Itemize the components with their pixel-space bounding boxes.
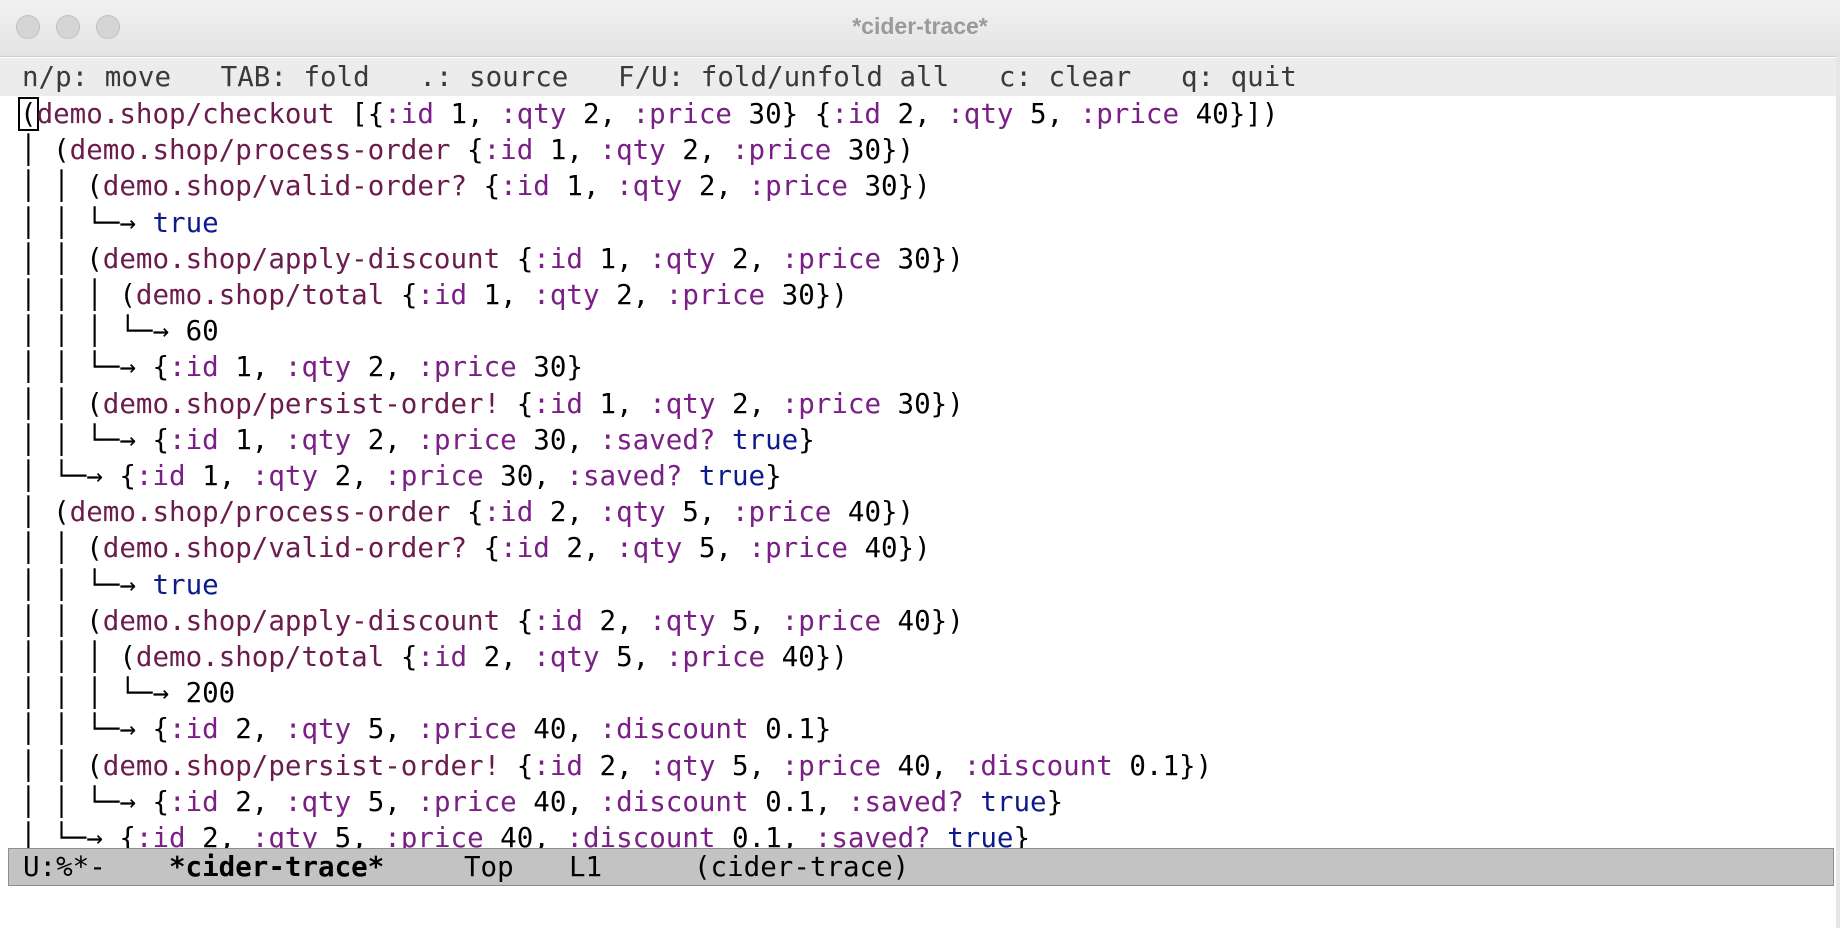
trace-line[interactable]: │ │ │ └─→ 60 <box>20 313 219 349</box>
modeline-major-mode: (cider-trace) <box>694 851 910 883</box>
trace-line[interactable]: │ │ └─→ {:id 1, :qty 2, :price 30, :save… <box>20 422 815 458</box>
point-cursor: ( <box>18 97 39 131</box>
title-bar: *cider-trace* <box>0 0 1840 57</box>
trace-line[interactable]: │ │ (demo.shop/apply-discount {:id 1, :q… <box>20 241 964 277</box>
trace-line[interactable]: │ │ (demo.shop/persist-order! {:id 2, :q… <box>20 748 1212 784</box>
trace-line[interactable]: │ (demo.shop/process-order {:id 1, :qty … <box>20 132 914 168</box>
trace-line[interactable]: │ (demo.shop/process-order {:id 2, :qty … <box>20 494 914 530</box>
trace-root-call[interactable]: (demo.shop/checkout [{:id 1, :qty 2, :pr… <box>18 96 1278 132</box>
modeline-position: Top <box>464 851 514 883</box>
keybinding-help-line: n/p: move TAB: fold .: source F/U: fold/… <box>0 58 1840 96</box>
modeline-line-number: L1 <box>569 851 603 883</box>
window-title: *cider-trace* <box>852 13 988 39</box>
modeline-status: U:%*- <box>23 851 106 883</box>
trace-line[interactable]: │ │ └─→ {:id 1, :qty 2, :price 30} <box>20 349 583 385</box>
trace-buffer[interactable]: (demo.shop/checkout [{:id 1, :qty 2, :pr… <box>0 96 1840 848</box>
trace-line[interactable]: │ │ └─→ true <box>20 567 219 603</box>
trace-line[interactable]: │ └─→ {:id 1, :qty 2, :price 30, :saved?… <box>20 458 782 494</box>
trace-line[interactable]: │ │ (demo.shop/valid-order? {:id 1, :qty… <box>20 168 931 204</box>
trace-line[interactable]: │ │ (demo.shop/persist-order! {:id 1, :q… <box>20 386 964 422</box>
modeline-buffer-name: *cider-trace* <box>169 851 385 883</box>
trace-line[interactable]: │ │ └─→ {:id 2, :qty 5, :price 40, :disc… <box>20 711 831 747</box>
trace-line[interactable]: │ │ │ └─→ 200 <box>20 675 235 711</box>
echo-area[interactable] <box>8 886 1834 926</box>
trace-line[interactable]: │ │ │ (demo.shop/total {:id 2, :qty 5, :… <box>20 639 848 675</box>
trace-line[interactable]: │ │ (demo.shop/apply-discount {:id 2, :q… <box>20 603 964 639</box>
trace-line[interactable]: │ │ (demo.shop/valid-order? {:id 2, :qty… <box>20 530 931 566</box>
window-edge <box>1836 56 1840 928</box>
emacs-window: *cider-trace* n/p: move TAB: fold .: sou… <box>0 0 1840 928</box>
trace-line[interactable]: │ │ │ (demo.shop/total {:id 1, :qty 2, :… <box>20 277 848 313</box>
trace-line[interactable]: │ │ └─→ {:id 2, :qty 5, :price 40, :disc… <box>20 784 1063 820</box>
trace-line[interactable]: │ └─→ {:id 2, :qty 5, :price 40, :discou… <box>20 820 1030 848</box>
mode-line: U:%*- *cider-trace* Top L1 (cider-trace) <box>8 848 1834 886</box>
trace-line[interactable]: │ │ └─→ true <box>20 205 219 241</box>
